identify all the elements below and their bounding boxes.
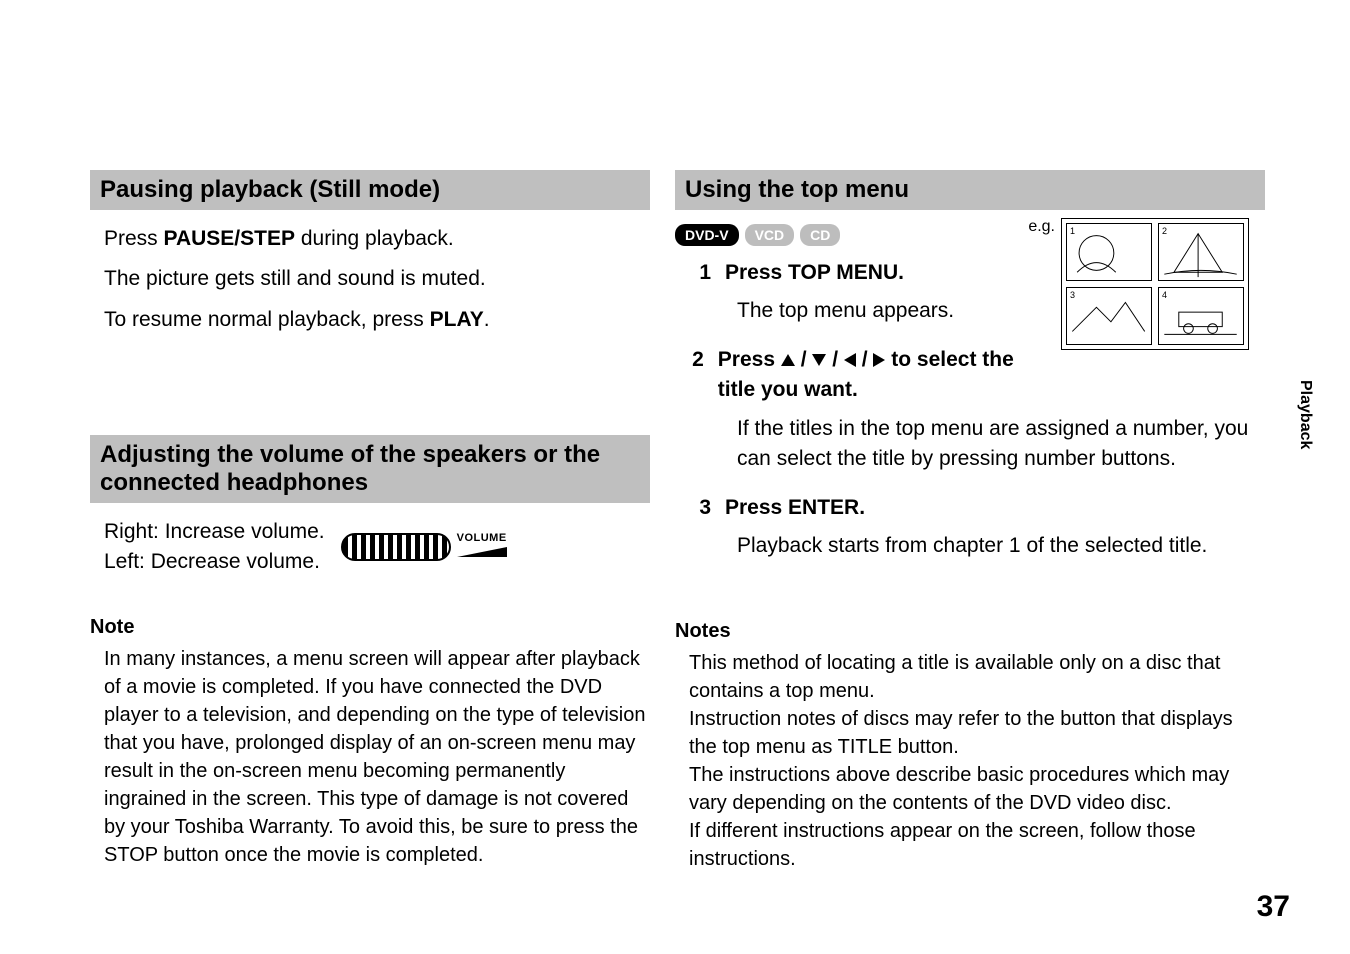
note-4: If different instructions appear on the … bbox=[675, 817, 1265, 873]
thumbnail-4: 4 bbox=[1158, 287, 1244, 345]
step-1-body: The top menu appears. bbox=[689, 296, 1015, 326]
example-thumbnails: e.g. 1 2 3 4 bbox=[1028, 218, 1249, 350]
section-title-topmenu: Using the top menu bbox=[675, 170, 1265, 210]
text: . bbox=[484, 308, 490, 331]
side-tab-playback: Playback bbox=[1296, 380, 1314, 449]
pausing-line3: To resume normal playback, press PLAY. bbox=[90, 305, 650, 335]
volume-dial-icon: VOLUME bbox=[341, 532, 507, 562]
arrow-right-icon bbox=[873, 353, 885, 367]
text: Press bbox=[104, 227, 164, 250]
text: To resume normal playback, press bbox=[104, 308, 430, 331]
text-bold: PLAY bbox=[430, 308, 484, 331]
text: during playback. bbox=[295, 227, 454, 250]
volume-left: Left: Decrease volume. bbox=[104, 547, 325, 576]
thumbnail-3: 3 bbox=[1066, 287, 1152, 345]
left-column: Pausing playback (Still mode) Press PAUS… bbox=[90, 170, 650, 869]
note-3: The instructions above describe basic pr… bbox=[675, 761, 1265, 817]
text-bold: PAUSE/STEP bbox=[164, 227, 295, 250]
pausing-line1: Press PAUSE/STEP during playback. bbox=[90, 224, 650, 254]
step-3-title: Press ENTER. bbox=[725, 493, 865, 523]
text: Press bbox=[718, 348, 781, 371]
step-2-title: Press / / / to select the title you want… bbox=[718, 345, 1015, 406]
step-3-num: 3 bbox=[689, 493, 711, 523]
badge-vcd: VCD bbox=[745, 224, 795, 246]
step-2-num: 2 bbox=[689, 345, 704, 406]
eg-label: e.g. bbox=[1028, 218, 1055, 236]
step-2-body: If the titles in the top menu are assign… bbox=[675, 414, 1265, 475]
badge-cd: CD bbox=[800, 224, 840, 246]
volume-label: VOLUME bbox=[457, 532, 507, 544]
step-3-body: Playback starts from chapter 1 of the se… bbox=[689, 531, 1265, 561]
arrow-down-icon bbox=[812, 354, 826, 366]
note-heading: Note bbox=[90, 616, 650, 639]
page-number: 37 bbox=[1257, 890, 1290, 924]
note-body: In many instances, a menu screen will ap… bbox=[90, 645, 650, 869]
pausing-line2: The picture gets still and sound is mute… bbox=[90, 264, 650, 294]
badge-dvdv: DVD-V bbox=[675, 224, 739, 246]
section-title-pausing: Pausing playback (Still mode) bbox=[90, 170, 650, 210]
step-1-num: 1 bbox=[689, 258, 711, 288]
step-1-title: Press TOP MENU. bbox=[725, 258, 904, 288]
note-2: Instruction notes of discs may refer to … bbox=[675, 705, 1265, 761]
note-1: This method of locating a title is avail… bbox=[675, 649, 1265, 705]
section-title-volume: Adjusting the volume of the speakers or … bbox=[90, 435, 650, 503]
volume-right: Right: Increase volume. bbox=[104, 517, 325, 546]
thumbnail-2: 2 bbox=[1158, 223, 1244, 281]
right-column: Using the top menu DVD-V VCD CD e.g. 1 2… bbox=[675, 170, 1265, 873]
notes-heading: Notes bbox=[675, 620, 1265, 643]
arrow-up-icon bbox=[781, 354, 795, 366]
thumbnail-1: 1 bbox=[1066, 223, 1152, 281]
arrow-left-icon bbox=[844, 353, 856, 367]
